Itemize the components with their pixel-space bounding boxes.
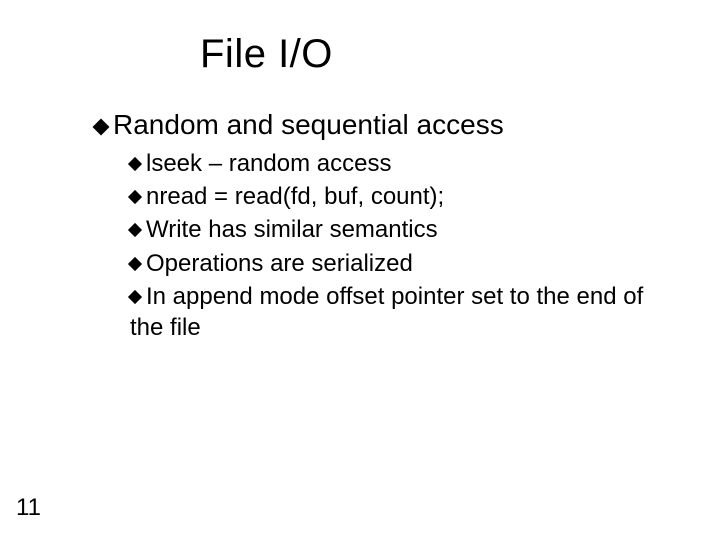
list-item: Write has similar semantics: [130, 214, 650, 245]
list-item: In append mode offset pointer set to the…: [130, 281, 650, 343]
list-item: Operations are serialized: [130, 248, 650, 279]
slide: File I/O Random and sequential access ls…: [0, 0, 720, 540]
level1-text: Random and sequential access: [113, 109, 504, 140]
bullet-text: lseek – random access: [146, 150, 391, 177]
bullet-text: Write has similar semantics: [146, 216, 438, 243]
bullet-level1: Random and sequential access: [95, 108, 504, 142]
diamond-icon: [128, 290, 142, 304]
diamond-icon: [128, 223, 142, 237]
diamond-icon: [128, 157, 142, 171]
diamond-icon: [128, 256, 142, 270]
bullet-text: In append mode offset pointer set to the…: [130, 283, 643, 341]
bullet-text: Operations are serialized: [146, 250, 413, 277]
slide-title: File I/O: [200, 32, 333, 77]
bullet-text: nread = read(fd, buf, count);: [146, 183, 444, 210]
list-item: nread = read(fd, buf, count);: [130, 181, 650, 212]
diamond-icon: [128, 190, 142, 204]
bullet-level2-block: lseek – random access nread = read(fd, b…: [130, 148, 650, 345]
page-number: 11: [16, 494, 41, 522]
list-item: lseek – random access: [130, 148, 650, 179]
diamond-icon: [93, 119, 110, 136]
